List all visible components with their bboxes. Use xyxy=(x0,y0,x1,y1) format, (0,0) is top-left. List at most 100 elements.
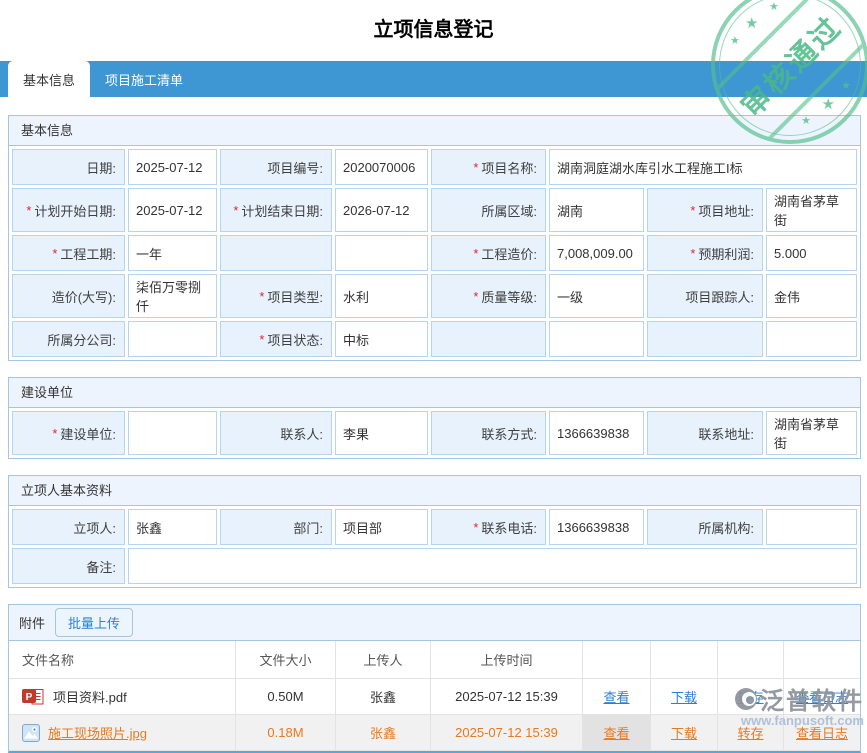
attachment-file-name: 项目资料.pdf xyxy=(53,687,127,706)
attachment-action-cell: 查看日志 xyxy=(784,679,860,715)
applicant-label: 立项人: xyxy=(12,509,125,545)
contact-person-value: 李果 xyxy=(335,411,428,455)
label-text: 项目名称: xyxy=(481,158,537,177)
branch-value xyxy=(128,321,217,357)
section-attachments: 附件 批量上传 文件名称 文件大小 上传人 上传时间 P 项目资料.pdf xyxy=(8,604,861,753)
builder-grid: *建设单位: 联系人: 李果 联系方式: 1366639838 联系地址: 湖南… xyxy=(9,408,860,458)
attachment-action-cell: 转存 xyxy=(718,679,784,715)
required-mark: * xyxy=(473,246,478,261)
batch-upload-button[interactable]: 批量上传 xyxy=(55,608,133,637)
attachment-action-cell: 下载 xyxy=(651,715,718,751)
label-text: 项目编号: xyxy=(267,158,323,177)
builder-unit-value xyxy=(128,411,217,455)
basic-info-grid: 日期: 2025-07-12 项目编号: 2020070006 *项目名称: 湖… xyxy=(9,146,860,360)
expected-profit-label: *预期利润: xyxy=(647,235,763,271)
project-cost-value: 7,008,009.00 xyxy=(549,235,644,271)
required-mark: * xyxy=(259,289,264,304)
plan-start-value: 2025-07-12 xyxy=(128,188,217,232)
section-builder: 建设单位 *建设单位: 联系人: 李果 联系方式: 1366639838 联系地… xyxy=(8,377,861,459)
project-name-label: *项目名称: xyxy=(431,149,546,185)
required-mark: * xyxy=(473,289,478,304)
column-action-empty xyxy=(784,641,860,679)
attachment-upload-time: 2025-07-12 15:39 xyxy=(431,715,583,751)
section-basic-info-title: 基本信息 xyxy=(9,116,860,146)
empty-label-cell xyxy=(220,235,332,271)
applicant-value: 张鑫 xyxy=(128,509,217,545)
department-value: 项目部 xyxy=(335,509,428,545)
view-log-link[interactable]: 查看日志 xyxy=(796,723,848,742)
label-text: 建设单位: xyxy=(60,424,116,443)
download-link[interactable]: 下载 xyxy=(671,687,697,706)
transfer-save-link[interactable]: 转存 xyxy=(737,723,763,742)
required-mark: * xyxy=(473,160,478,175)
tracker-label: 项目跟踪人: xyxy=(647,274,763,318)
attachment-file-cell: P 项目资料.pdf xyxy=(9,679,236,715)
telephone-value: 1366639838 xyxy=(549,509,644,545)
label-text: 项目类型: xyxy=(267,287,323,306)
quality-grade-value: 一级 xyxy=(549,274,644,318)
label-text: 计划开始日期: xyxy=(34,201,116,220)
label-text: 项目状态: xyxy=(267,330,323,349)
contact-person-label: 联系人: xyxy=(220,411,332,455)
attachment-action-cell: 查看 xyxy=(583,679,651,715)
column-upload-time: 上传时间 xyxy=(431,641,583,679)
required-mark: * xyxy=(690,203,695,218)
label-text: 所属分公司: xyxy=(47,330,116,349)
view-link[interactable]: 查看 xyxy=(603,687,629,706)
organization-label: 所属机构: xyxy=(647,509,763,545)
section-applicant-title: 立项人基本资料 xyxy=(9,476,860,506)
tab-bar: 基本信息 项目施工清单 xyxy=(0,61,867,97)
plan-end-value: 2026-07-12 xyxy=(335,188,428,232)
tab-basic-info[interactable]: 基本信息 xyxy=(8,61,90,97)
tab-construction-list[interactable]: 项目施工清单 xyxy=(90,61,198,97)
date-label: 日期: xyxy=(12,149,125,185)
label-text: 工程工期: xyxy=(60,244,116,263)
required-mark: * xyxy=(690,246,695,261)
page-title: 立项信息登记 xyxy=(0,0,867,42)
download-link[interactable]: 下载 xyxy=(671,723,697,742)
label-text: 备注: xyxy=(86,557,116,576)
view-link[interactable]: 查看 xyxy=(603,723,629,742)
column-action-empty xyxy=(718,641,784,679)
section-applicant: 立项人基本资料 立项人: 张鑫 部门: 项目部 *联系电话: 136663983… xyxy=(8,475,861,588)
required-mark: * xyxy=(52,246,57,261)
form-content: 基本信息 日期: 2025-07-12 项目编号: 2020070006 *项目… xyxy=(0,97,867,753)
section-basic-info: 基本信息 日期: 2025-07-12 项目编号: 2020070006 *项目… xyxy=(8,115,861,361)
required-mark: * xyxy=(259,332,264,347)
required-mark: * xyxy=(26,203,31,218)
view-log-link[interactable]: 查看日志 xyxy=(796,687,848,706)
date-value: 2025-07-12 xyxy=(128,149,217,185)
branch-label: 所属分公司: xyxy=(12,321,125,357)
project-status-label: *项目状态: xyxy=(220,321,332,357)
empty-value-cell xyxy=(766,321,857,357)
builder-unit-label: *建设单位: xyxy=(12,411,125,455)
attachment-file-name-link[interactable]: 施工现场照片.jpg xyxy=(48,723,147,742)
label-text: 所属机构: xyxy=(698,518,754,537)
tracker-value: 金伟 xyxy=(766,274,857,318)
applicant-grid: 立项人: 张鑫 部门: 项目部 *联系电话: 1366639838 所属机构: … xyxy=(9,506,860,587)
project-status-value: 中标 xyxy=(335,321,428,357)
label-text: 联系人: xyxy=(280,424,323,443)
label-text: 预期利润: xyxy=(698,244,754,263)
label-text: 立项人: xyxy=(73,518,116,537)
attachment-uploader: 张鑫 xyxy=(336,715,431,751)
label-text: 计划结束日期: xyxy=(241,201,323,220)
project-address-label: *项目地址: xyxy=(647,188,763,232)
transfer-save-link[interactable]: 转存 xyxy=(737,687,763,706)
label-text: 质量等级: xyxy=(481,287,537,306)
required-mark: * xyxy=(473,520,478,535)
label-text: 日期: xyxy=(86,158,116,177)
label-text: 联系地址: xyxy=(698,424,754,443)
label-text: 所属区域: xyxy=(481,201,537,220)
attachment-action-cell: 转存 xyxy=(718,715,784,751)
attachments-headerbar: 附件 批量上传 xyxy=(9,605,860,641)
attachment-file-size: 0.50M xyxy=(236,679,336,715)
telephone-label: *联系电话: xyxy=(431,509,546,545)
empty-label-cell xyxy=(647,321,763,357)
attachment-file-size: 0.18M xyxy=(236,715,336,751)
plan-start-label: *计划开始日期: xyxy=(12,188,125,232)
label-text: 联系电话: xyxy=(481,518,537,537)
project-address-value: 湖南省茅草街 xyxy=(766,188,857,232)
label-text: 造价(大写): xyxy=(52,287,116,306)
region-label: 所属区域: xyxy=(431,188,546,232)
